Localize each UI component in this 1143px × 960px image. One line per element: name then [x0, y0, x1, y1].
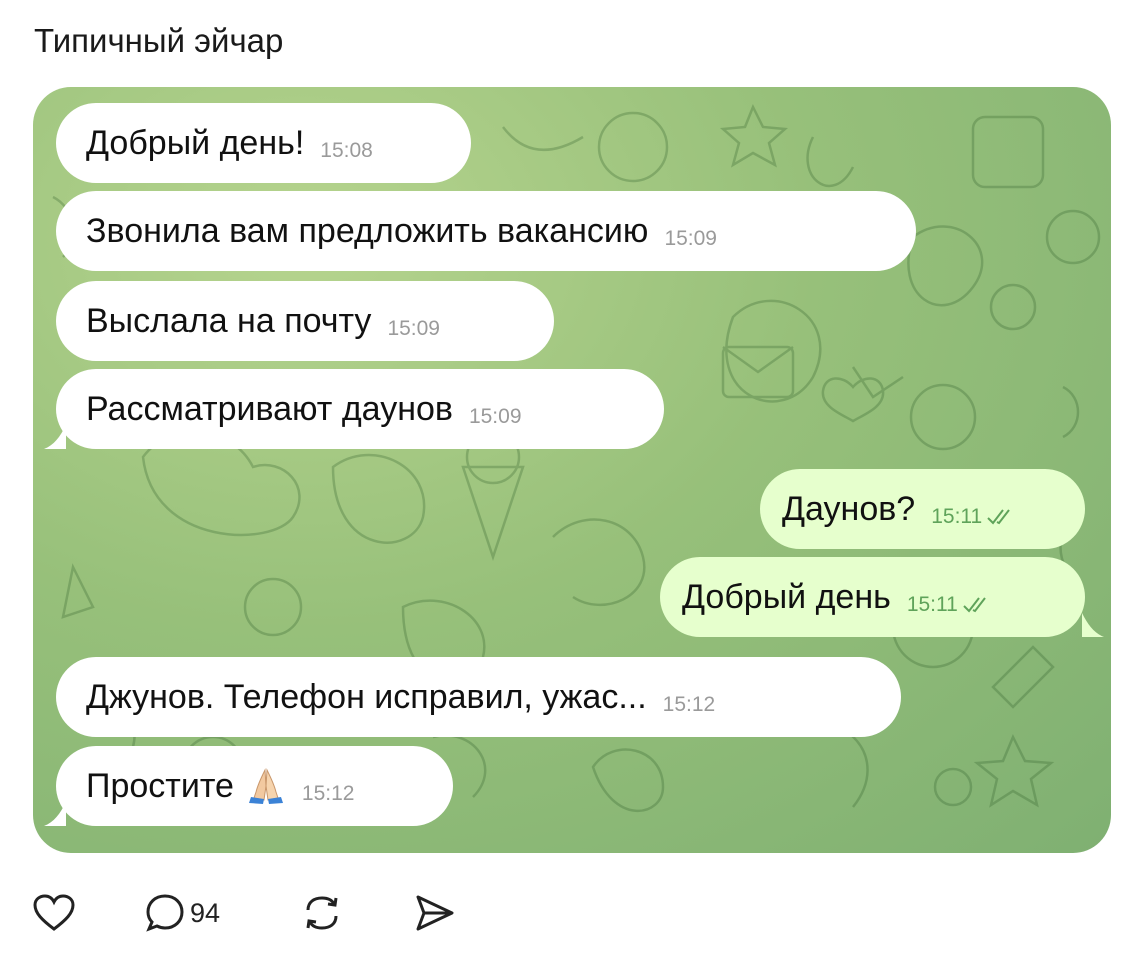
message-bubble-outgoing[interactable]: Добрый день 15:11 [660, 557, 1085, 637]
message-bubble-incoming[interactable]: Звонила вам предложить вакансию 15:09 [56, 191, 916, 271]
folded-hands-icon [248, 768, 283, 804]
chat-screenshot: Добрый день! 15:08 Звонила вам предложит… [33, 87, 1111, 853]
message-bubble-incoming[interactable]: Выслала на почту 15:09 [56, 281, 554, 361]
message-bubble-incoming[interactable]: Добрый день! 15:08 [56, 103, 471, 183]
comment-icon [146, 894, 184, 932]
heart-icon [33, 894, 75, 931]
repost-icon [306, 896, 338, 930]
message-time: 15:12 [662, 693, 716, 716]
comment-count: 94 [190, 897, 221, 928]
message-text: Даунов? [782, 489, 916, 528]
comment-button[interactable]: 94 [144, 888, 220, 938]
message-bubble-incoming[interactable]: Джунов. Телефон исправил, ужас... 15:12 [56, 657, 901, 737]
message-text: Звонила вам предложить вакансию [86, 211, 649, 250]
read-checks-icon [987, 509, 1011, 525]
share-button[interactable] [412, 888, 458, 938]
message-time: 15:09 [664, 227, 717, 250]
message-bubble-outgoing[interactable]: Даунов? 15:11 [760, 469, 1085, 549]
message-time: 15:12 [301, 782, 355, 805]
repost-button[interactable] [300, 888, 344, 938]
post-actions-bar: 94 [32, 888, 632, 938]
share-icon [416, 895, 454, 931]
message-text: Добрый день [682, 577, 891, 616]
bubble-tail [1082, 613, 1104, 637]
message-text: Добрый день! [86, 123, 305, 162]
message-time: 15:08 [320, 139, 373, 162]
message-text: Джунов. Телефон исправил, ужас... [86, 677, 647, 716]
post-author[interactable]: Типичный эйчар [34, 22, 283, 60]
message-text: Рассматривают даунов [86, 389, 453, 428]
message-text-content: Простите [86, 766, 234, 805]
message-time: 15:09 [468, 405, 522, 428]
like-button[interactable] [32, 888, 76, 938]
bubble-tail [44, 425, 66, 449]
message-bubble-incoming[interactable]: Рассматривают даунов 15:09 [56, 369, 664, 449]
bubble-tail [44, 802, 66, 826]
message-time: 15:09 [387, 317, 440, 340]
message-bubble-incoming[interactable]: Простите 15:12 [56, 746, 453, 826]
read-checks-icon [963, 597, 986, 613]
message-text: Выслала на почту [86, 301, 372, 340]
message-time: 15:11 [931, 505, 983, 528]
message-time: 15:11 [906, 593, 958, 616]
message-text: Простите [86, 766, 286, 806]
